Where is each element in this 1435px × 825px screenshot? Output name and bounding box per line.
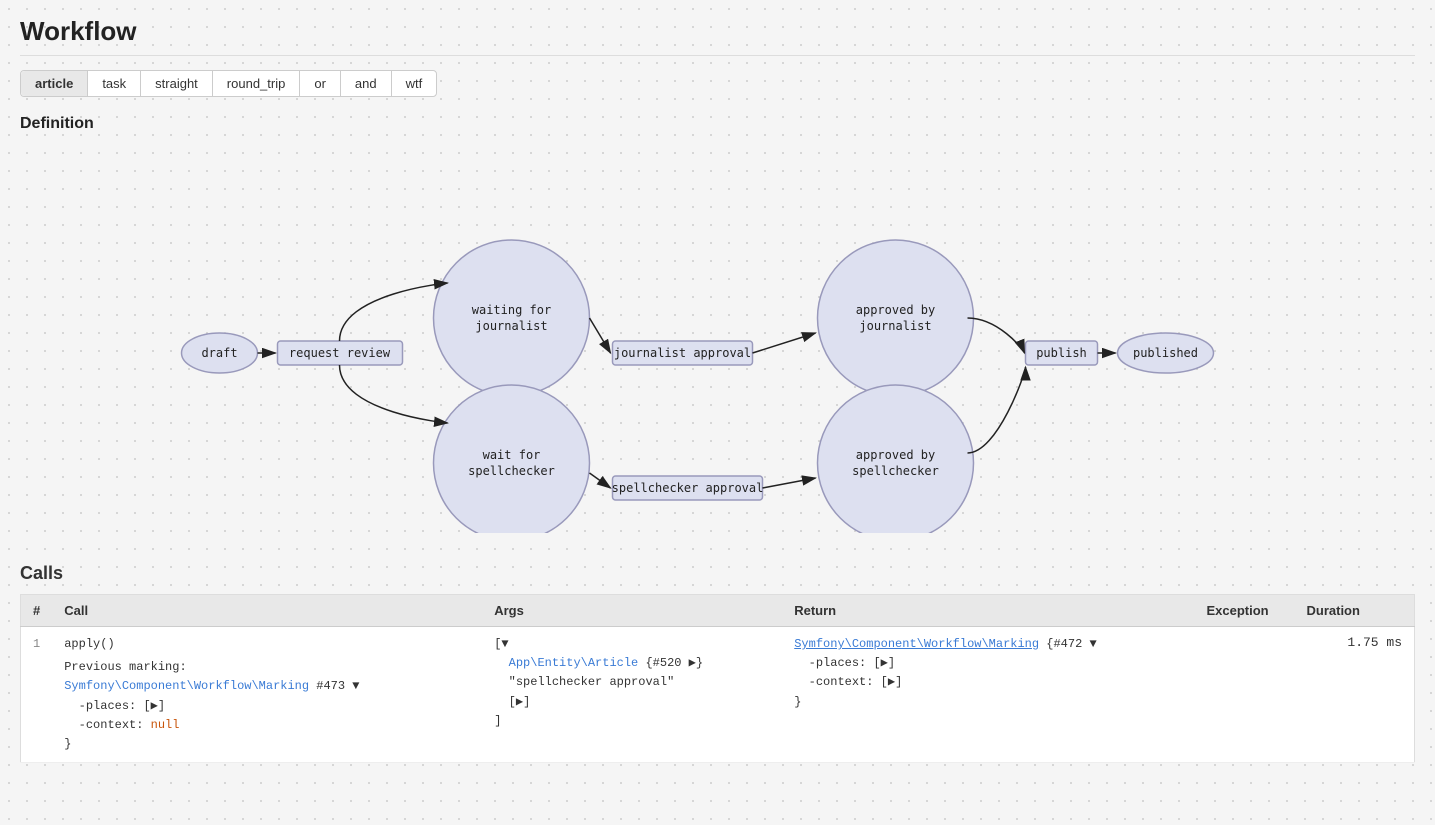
- col-return: Return: [782, 595, 1194, 627]
- col-num: #: [21, 595, 53, 627]
- svg-text:request review: request review: [289, 346, 391, 360]
- tab-or[interactable]: or: [300, 71, 341, 96]
- svg-text:wait for: wait for: [483, 448, 541, 462]
- svg-text:waiting for: waiting for: [472, 303, 551, 317]
- tab-article[interactable]: article: [21, 71, 88, 96]
- svg-text:spellchecker: spellchecker: [468, 464, 555, 478]
- title-divider: [20, 55, 1415, 56]
- workflow-diagram: draft request review waiting for journal…: [20, 143, 1415, 533]
- definition-title: Definition: [20, 115, 1415, 133]
- calls-table-header-row: # Call Args Return Exception Duration: [21, 595, 1415, 627]
- col-exception: Exception: [1195, 595, 1295, 627]
- col-call: Call: [52, 595, 482, 627]
- calls-section-title: Calls: [20, 563, 1415, 584]
- svg-text:journalist: journalist: [475, 319, 547, 333]
- svg-text:published: published: [1133, 346, 1198, 360]
- svg-text:publish: publish: [1036, 346, 1087, 360]
- svg-text:spellchecker approval: spellchecker approval: [612, 481, 764, 495]
- tab-task[interactable]: task: [88, 71, 141, 96]
- tab-straight[interactable]: straight: [141, 71, 213, 96]
- tab-and[interactable]: and: [341, 71, 392, 96]
- table-row: 1 apply() Previous marking: Symfony\Comp…: [21, 627, 1415, 763]
- svg-text:draft: draft: [201, 346, 237, 360]
- svg-text:journalist: journalist: [859, 319, 931, 333]
- col-args: Args: [482, 595, 782, 627]
- svg-text:spellchecker: spellchecker: [852, 464, 939, 478]
- row-return: Symfony\Component\Workflow\Marking {#472…: [782, 627, 1194, 763]
- row-duration: 1.75 ms: [1295, 627, 1415, 763]
- svg-text:journalist approval: journalist approval: [614, 346, 751, 360]
- calls-section: Calls # Call Args Return Exception Durat…: [20, 563, 1415, 763]
- tabs-row: articletaskstraightround_triporandwtf: [20, 70, 437, 97]
- page-title: Workflow: [20, 16, 1415, 47]
- row-num: 1: [21, 627, 53, 763]
- tab-wtf[interactable]: wtf: [392, 71, 437, 96]
- tab-round_trip[interactable]: round_trip: [213, 71, 301, 96]
- svg-text:approved by: approved by: [856, 303, 935, 317]
- row-exception: [1195, 627, 1295, 763]
- calls-table: # Call Args Return Exception Duration 1 …: [20, 594, 1415, 763]
- col-duration: Duration: [1295, 595, 1415, 627]
- svg-text:approved by: approved by: [856, 448, 935, 462]
- row-call: apply() Previous marking: Symfony\Compon…: [52, 627, 482, 763]
- row-args: [▼ App\Entity\Article {#520 ▶} "spellche…: [482, 627, 782, 763]
